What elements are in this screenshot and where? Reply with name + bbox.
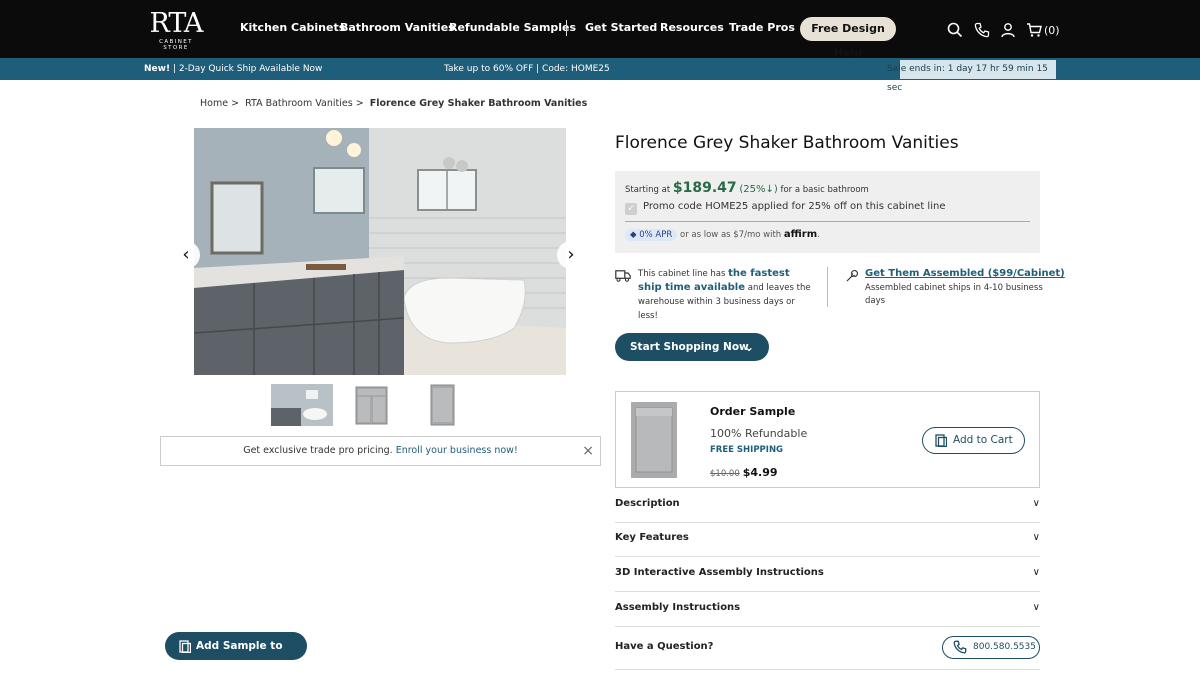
free-shipping-label: FREE SHIPPING (710, 445, 784, 455)
new-label: New! (144, 64, 171, 74)
sale-countdown: Sale ends in: 1 day 17 hr 59 min 15 sec (877, 60, 1056, 93)
countdown-text: Sale ends in: 1 day 17 hr 59 min 15 sec (887, 64, 1048, 93)
phone-icon[interactable] (974, 22, 990, 38)
add-sample-to-cart-button[interactable]: Add Sample to Cart (165, 632, 307, 675)
logo-subtitle: CABINET STORE (159, 39, 193, 51)
breadcrumb: Home > RTA Bathroom Vanities > Florence … (200, 98, 587, 109)
sample-door-image (631, 402, 677, 478)
accordion-label: 3D Interactive Assembly Instructions (615, 567, 824, 578)
nav-trade-pros[interactable]: Trade Pros (729, 21, 795, 34)
apr-badge[interactable]: ◆ 0% APR (625, 229, 678, 241)
sample-price: $10.00 $4.99 (710, 466, 778, 479)
promo-bar: New! | 2-Day Quick Ship Available Now Ta… (0, 58, 1200, 93)
apr-label: 0% APR (639, 230, 673, 240)
bottom-divider (615, 669, 1040, 670)
trade-pricing-banner: Get exclusive trade pro pricing. Enroll … (160, 436, 601, 466)
top-navigation: RTA CABINET STORE Kitchen Cabinets Bathr… (0, 0, 1200, 59)
add-to-cart-label: Add to Cart (953, 434, 1013, 446)
search-icon[interactable] (947, 22, 963, 38)
breadcrumb-home[interactable]: Home > (200, 98, 239, 109)
promo-applied-text: Promo code HOME25 applied for 25% off on… (643, 201, 946, 212)
accordion-label: Key Features (615, 532, 689, 543)
order-sample-card: Order Sample 100% Refundable FREE SHIPPI… (615, 391, 1040, 488)
account-icon[interactable] (1000, 22, 1016, 38)
shipping-pre: This cabinet line has (638, 269, 729, 279)
financing-line: ◆ 0% APR or as low as $7/mo with affirm. (625, 229, 820, 241)
thumbnail-bathroom-scene[interactable] (271, 384, 333, 426)
price-prefix: Starting at (625, 185, 673, 195)
shipping-info: This cabinet line has the fastest ship t… (638, 267, 816, 323)
double-chevron-down-icon: ⌄ (743, 340, 754, 354)
gallery-prev-arrow[interactable]: ‹ (172, 241, 200, 269)
nav-refundable-samples[interactable]: Refundable Samples (449, 21, 576, 34)
chevron-down-icon: ∨ (1032, 567, 1040, 578)
call-phone-button[interactable]: 800.580.5535 (942, 636, 1040, 659)
discount-percent: (25%↓) (739, 184, 778, 195)
thumbnail-tall-cabinet[interactable] (430, 384, 455, 426)
new-price: $4.99 (742, 466, 778, 479)
affirm-logo: affirm (783, 229, 818, 240)
old-price: $10.00 (710, 469, 740, 479)
product-hero-image (194, 128, 566, 375)
price-suffix: for a basic bathroom (777, 185, 869, 195)
accordion-3d-instructions[interactable]: 3D Interactive Assembly Instructions ∨ (615, 558, 1040, 592)
accordion-label: Assembly Instructions (615, 602, 741, 613)
product-title: Florence Grey Shaker Bathroom Vanities (615, 133, 959, 153)
free-design-help-button[interactable]: Free Design Help (800, 17, 896, 59)
have-a-question-label: Have a Question? (615, 641, 714, 652)
price-divider (625, 221, 1030, 222)
close-icon[interactable]: × (582, 437, 594, 465)
period: . (817, 230, 820, 240)
order-sample-title: Order Sample (710, 405, 796, 418)
trade-banner-text: Get exclusive trade pro pricing. (243, 445, 396, 456)
assembly-info: Assembled cabinet ships in 4-10 business… (865, 283, 1043, 306)
enroll-business-link[interactable]: Enroll your business now! (396, 445, 518, 456)
get-assembled-link[interactable]: Get Them Assembled ($99/Cabinet) (865, 268, 1065, 279)
phone-number: 800.580.5535 (973, 642, 1036, 652)
starting-price-line: Starting at $189.47 (25%↓) for a basic b… (625, 180, 869, 196)
phone-icon (953, 640, 967, 654)
discount-code-notice: Take up to 60% OFF | Code: HOME25 (444, 64, 610, 74)
chevron-down-icon: ∨ (1032, 602, 1040, 613)
rta-logo[interactable]: RTA CABINET STORE (146, 8, 206, 51)
nav-divider (566, 20, 567, 36)
cart-count[interactable]: (0) (1044, 24, 1060, 37)
quick-ship-text: | 2-Day Quick Ship Available Now (170, 64, 323, 74)
logo-mark: RTA (149, 8, 204, 39)
accordion-description[interactable]: Description ∨ (615, 489, 1040, 523)
nav-kitchen-cabinets[interactable]: Kitchen Cabinets (240, 21, 345, 34)
sample-door-icon (935, 434, 947, 447)
accordion-label: Description (615, 498, 680, 509)
starting-price: $189.47 (672, 180, 737, 196)
quick-ship-notice: New! | 2-Day Quick Ship Available Now (144, 64, 322, 74)
thumbnail-base-cabinet[interactable] (354, 384, 389, 426)
tag-icon: ◆ (630, 230, 640, 240)
chevron-down-icon: ∨ (1032, 498, 1040, 509)
refundable-label: 100% Refundable (710, 427, 808, 440)
add-to-cart-button[interactable]: Add to Cart (922, 427, 1025, 454)
start-shopping-button[interactable]: Start Shopping Now ⌄ (615, 333, 769, 361)
chevron-down-icon: ∨ (1032, 532, 1040, 543)
truck-icon (615, 270, 631, 282)
wrench-icon (846, 269, 859, 282)
gallery-next-arrow[interactable]: › (557, 241, 585, 269)
info-divider (827, 267, 828, 307)
breadcrumb-current: Florence Grey Shaker Bathroom Vanities (369, 98, 588, 109)
breadcrumb-category[interactable]: RTA Bathroom Vanities > (245, 98, 364, 109)
price-box: Starting at $189.47 (25%↓) for a basic b… (615, 171, 1040, 253)
nav-resources[interactable]: Resources (660, 21, 724, 34)
add-sample-label: Add Sample to Cart (196, 640, 283, 675)
cart-icon[interactable] (1026, 22, 1042, 38)
accordion-assembly-instructions[interactable]: Assembly Instructions ∨ (615, 593, 1040, 627)
promo-code-applied: ✓ Promo code HOME25 applied for 25% off o… (625, 201, 945, 215)
apr-text: or as low as $7/mo with (677, 230, 784, 240)
start-shopping-label: Start Shopping Now (630, 341, 749, 353)
sample-door-icon (179, 640, 191, 653)
accordion-key-features[interactable]: Key Features ∨ (615, 523, 1040, 557)
checkbox-icon: ✓ (625, 203, 637, 215)
nav-bathroom-vanities[interactable]: Bathroom Vanities (340, 21, 455, 34)
nav-get-started[interactable]: Get Started (585, 21, 657, 34)
